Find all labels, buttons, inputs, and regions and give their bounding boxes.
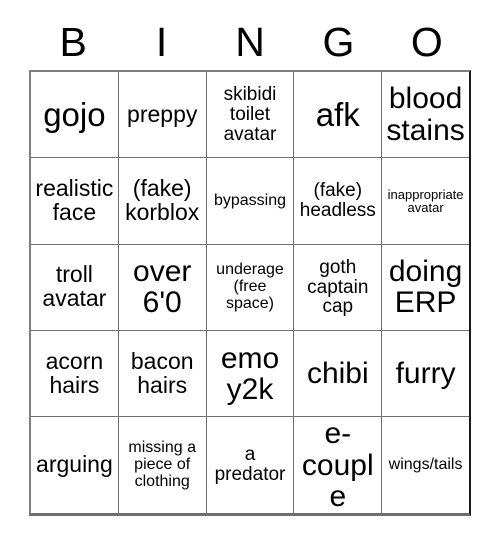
bingo-cell-o2[interactable]: inappropriate avatar	[382, 158, 469, 244]
bingo-grid: gojo preppy skibidi toilet avatar afk bl…	[29, 70, 471, 516]
bingo-cell-label: over 6'0	[133, 255, 192, 320]
bingo-header-letter-n: N	[235, 18, 265, 65]
bingo-cell-label: blood stains	[386, 82, 465, 147]
bingo-cell-n4[interactable]: emo y2k	[206, 331, 295, 417]
bingo-cell-i1[interactable]: preppy	[118, 72, 207, 158]
bingo-row-5: arguing missing a piece of clothing a pr…	[31, 417, 469, 513]
bingo-cell-label: realistic face	[35, 175, 114, 226]
bingo-cell-label: furry	[395, 357, 456, 391]
bingo-cell-label: bacon hairs	[130, 347, 194, 398]
bingo-cell-label: acorn hairs	[45, 347, 104, 398]
bingo-cell-label: preppy	[127, 100, 198, 127]
bingo-cell-o3[interactable]: doing ERP	[382, 244, 469, 331]
bingo-row-2: realistic face (fake) korblox bypassing …	[31, 158, 469, 245]
bingo-header-letter-o: O	[410, 18, 443, 65]
bingo-cell-label: (fake) headless	[299, 180, 376, 222]
bingo-cell-label: wings/tails	[388, 455, 463, 473]
bingo-cell-i4[interactable]: bacon hairs	[118, 331, 207, 417]
bingo-cell-b1[interactable]: gojo	[31, 72, 119, 158]
bingo-cell-label: emo y2k	[220, 341, 280, 406]
bingo-cell-label: afk	[315, 95, 360, 133]
bingo-cell-i3[interactable]: over 6'0	[118, 244, 207, 331]
bingo-cell-free-space[interactable]: underage (free space)	[206, 244, 295, 331]
bingo-cell-b5[interactable]: arguing	[31, 417, 119, 513]
bingo-cell-label: gojo	[43, 95, 106, 133]
bingo-cell-n2[interactable]: bypassing	[206, 158, 295, 244]
bingo-cell-label: missing a piece of clothing	[128, 439, 196, 490]
bingo-cell-label: inappropriate avatar	[387, 186, 464, 216]
bingo-header-letter-b: B	[59, 18, 87, 65]
bingo-cell-label: (fake) korblox	[125, 175, 200, 226]
bingo-cell-i5[interactable]: missing a piece of clothing	[118, 417, 207, 513]
bingo-row-1: gojo preppy skibidi toilet avatar afk bl…	[31, 72, 469, 159]
bingo-header-letter-g: G	[322, 18, 355, 65]
bingo-cell-label: a predator	[214, 444, 286, 486]
bingo-cell-label: e-couple	[301, 417, 374, 513]
bingo-cell-b2[interactable]: realistic face	[31, 158, 119, 244]
bingo-header: B I N G O	[29, 14, 471, 70]
bingo-cell-label: skibidi toilet avatar	[223, 84, 277, 145]
bingo-cell-label: chibi	[306, 357, 369, 391]
bingo-cell-n5[interactable]: a predator	[206, 417, 295, 513]
bingo-cell-label: bypassing	[213, 191, 287, 209]
bingo-cell-o4[interactable]: furry	[382, 331, 469, 417]
bingo-cell-b3[interactable]: troll avatar	[31, 244, 119, 331]
bingo-cell-g5[interactable]: e-couple	[294, 417, 383, 513]
bingo-cell-label: underage (free space)	[216, 261, 284, 312]
bingo-row-3: troll avatar over 6'0 underage (free spa…	[31, 244, 469, 332]
bingo-cell-label: arguing	[36, 451, 113, 478]
bingo-cell-label: doing ERP	[388, 255, 463, 320]
bingo-cell-g3[interactable]: goth captain cap	[294, 244, 383, 331]
bingo-cell-label: troll avatar	[42, 261, 107, 312]
bingo-row-4: acorn hairs bacon hairs emo y2k chibi fu…	[31, 331, 469, 418]
bingo-cell-g2[interactable]: (fake) headless	[294, 158, 383, 244]
bingo-cell-o1[interactable]: blood stains	[382, 72, 469, 158]
bingo-cell-g1[interactable]: afk	[294, 72, 383, 158]
bingo-header-letter-i: I	[155, 18, 168, 65]
bingo-cell-o5[interactable]: wings/tails	[382, 417, 469, 513]
bingo-cell-n1[interactable]: skibidi toilet avatar	[206, 72, 295, 158]
bingo-cell-i2[interactable]: (fake) korblox	[118, 158, 207, 244]
bingo-cell-b4[interactable]: acorn hairs	[31, 331, 119, 417]
bingo-cell-label: goth captain cap	[307, 256, 369, 318]
bingo-cell-g4[interactable]: chibi	[294, 331, 383, 417]
bingo-card: B I N G O gojo preppy skibidi toilet ava…	[29, 14, 471, 516]
